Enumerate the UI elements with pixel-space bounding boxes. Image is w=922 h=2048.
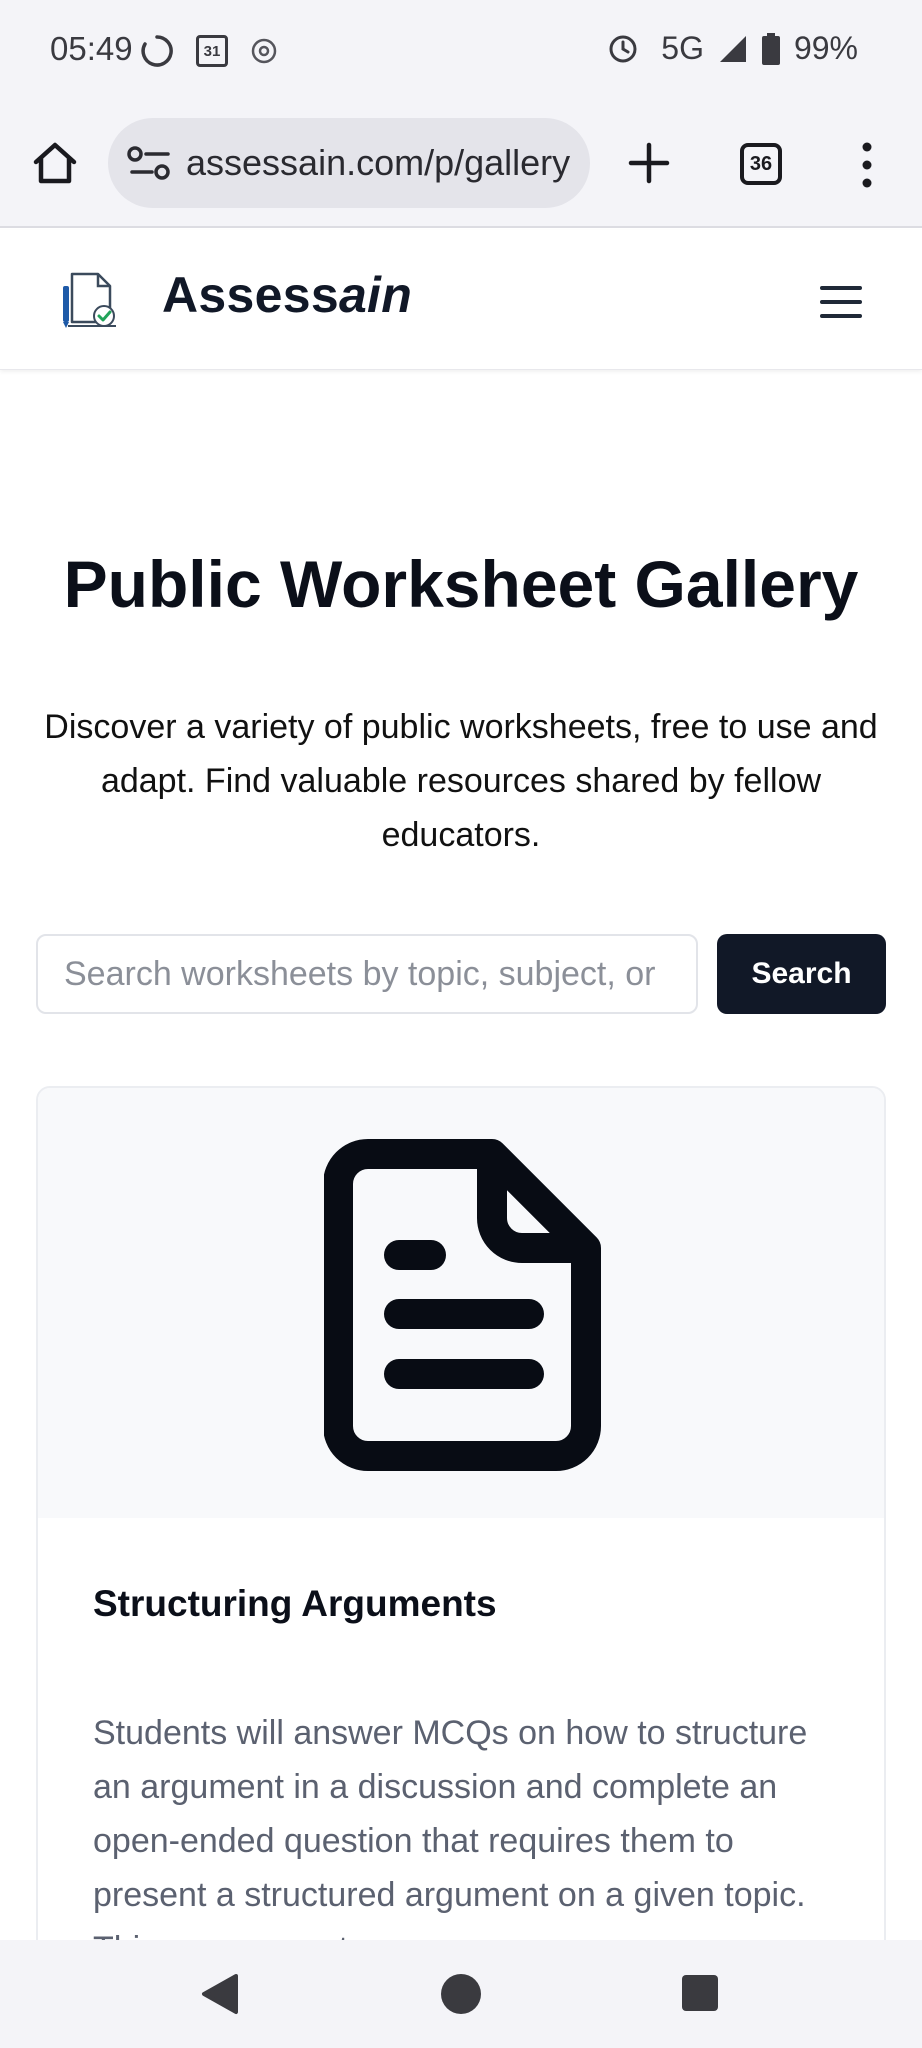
status-time: 05:49 [50,30,133,67]
site-header: Assessain [0,230,922,370]
recents-icon[interactable] [682,1975,718,2011]
battery-level: 99% [793,30,858,66]
battery-icon [761,32,780,65]
url-text: assessain.com/p/gallery [186,142,571,183]
system-indicators: 5G 99% [607,30,858,67]
worksheet-thumbnail[interactable] [38,1088,884,1518]
calendar-day: 31 [203,42,221,60]
calendar-icon: 31 [196,35,228,67]
brand-name-prefix: Assess [162,267,339,323]
alarm-icon [609,35,637,62]
notification-icons: 31 [140,34,278,68]
menu-icon[interactable] [818,282,864,322]
address-bar[interactable]: assessain.com/p/gallery [108,118,590,208]
search-button[interactable]: Search [717,934,886,1014]
status-bar: 05:49 31 5G 99% [0,0,922,100]
tab-count: 36 [749,152,773,175]
data-saver-icon [251,38,277,64]
page-title: Public Worksheet Gallery [63,547,859,621]
back-icon[interactable] [200,1972,240,2016]
navigation-bar [0,1940,922,2048]
page-description: Discover a variety of public worksheets,… [44,708,878,854]
home-icon[interactable] [30,138,80,188]
assessain-logo-icon[interactable] [58,270,120,332]
worksheet-title[interactable]: Structuring Arguments [93,1583,497,1625]
tab-switcher-button[interactable]: 36 [740,143,782,185]
brand-name[interactable]: Assessain [162,266,412,324]
site-settings-icon[interactable] [126,143,174,183]
signal-icon [719,35,746,62]
home-button-icon[interactable] [441,1974,481,2014]
loading-spinner-icon [141,35,173,67]
network-type: 5G [661,30,704,66]
browser-toolbar: assessain.com/p/gallery [0,100,922,228]
brand-name-suffix: ain [338,267,413,323]
new-tab-icon[interactable] [624,138,674,188]
document-icon [324,1139,601,1471]
search-input[interactable] [36,934,698,1014]
more-options-icon[interactable] [857,142,877,188]
worksheet-card[interactable]: Structuring Arguments Students will answ… [36,1086,886,1986]
worksheet-description: Students will answer MCQs on how to stru… [93,1714,808,1968]
